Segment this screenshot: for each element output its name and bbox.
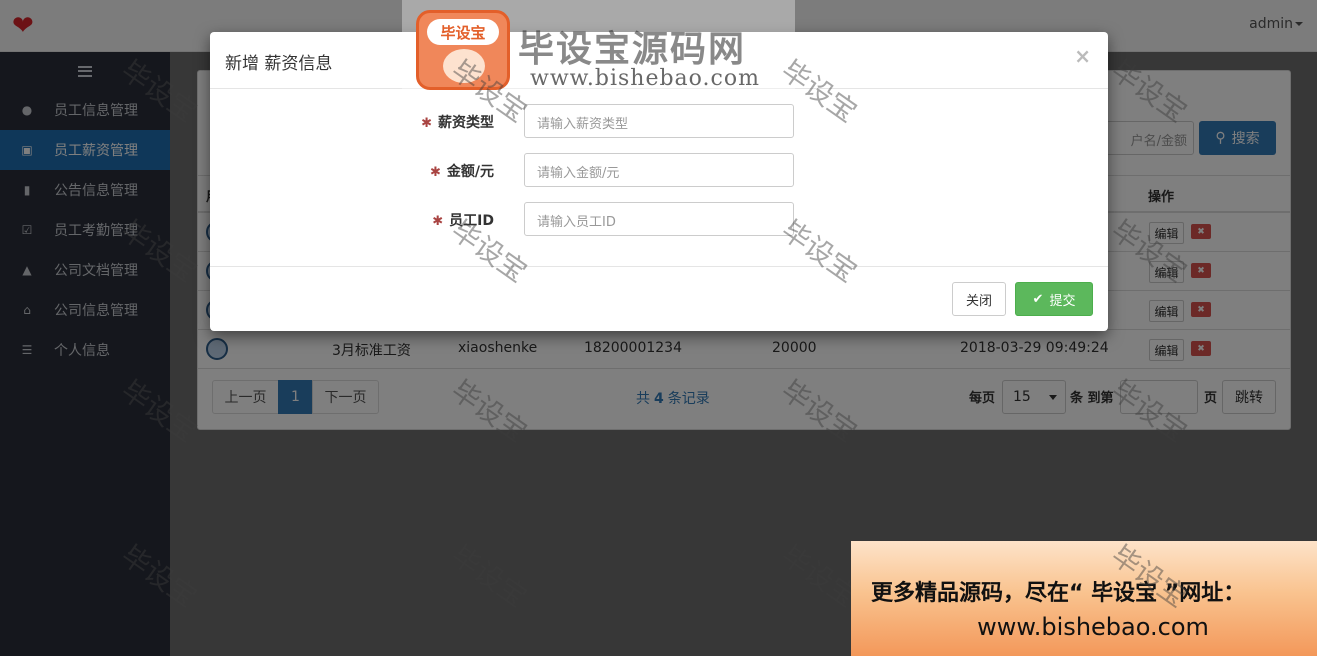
brand-url: www.bishebao.com	[530, 66, 760, 91]
brand-watermark: 毕设宝 毕设宝源码网 www.bishebao.com	[402, 0, 795, 92]
brand-title: 毕设宝源码网	[518, 29, 747, 70]
brand-badge-logo: 毕设宝	[416, 10, 510, 90]
close-button[interactable]: 关闭	[952, 282, 1006, 316]
mascot-icon	[443, 49, 485, 83]
amount-label-text: 金额/元	[446, 164, 494, 180]
employee-id-label-text: 员工ID	[449, 213, 494, 229]
submit-button-label: 提交	[1049, 293, 1076, 309]
required-icon: ✱	[421, 116, 432, 131]
salary-type-field[interactable]: 请输入薪资类型	[524, 104, 794, 138]
form-row-salary-type: ✱ 薪资类型 请输入薪资类型	[210, 104, 1108, 138]
modal-footer: 关闭 ✔ 提交	[210, 266, 1108, 331]
promo-line1: 更多精品源码，尽在“ 毕设宝 ”网址：	[871, 581, 1246, 606]
check-icon: ✔	[1032, 291, 1044, 307]
modal-title: 新增 薪资信息	[225, 54, 333, 74]
required-icon: ✱	[429, 165, 441, 180]
employee-id-label: ✱ 员工ID	[432, 210, 494, 230]
amount-field[interactable]: 请输入金额/元	[524, 153, 794, 187]
salary-type-label-text: 薪资类型	[438, 115, 494, 131]
submit-button[interactable]: ✔ 提交	[1015, 282, 1093, 316]
amount-label: ✱ 金额/元	[430, 161, 494, 181]
promo-url: www.bishebao.com	[977, 613, 1209, 641]
promo-banner[interactable]: 更多精品源码，尽在“ 毕设宝 ”网址： www.bishebao.com	[851, 541, 1317, 656]
required-icon: ✱	[432, 214, 444, 229]
employee-id-field[interactable]: 请输入员工ID	[524, 202, 794, 236]
form-row-employee-id: ✱ 员工ID 请输入员工ID	[210, 202, 1108, 236]
salary-type-label: ✱ 薪资类型	[421, 112, 494, 132]
form-row-amount: ✱ 金额/元 请输入金额/元	[210, 153, 1108, 187]
brand-badge-text: 毕设宝	[427, 19, 499, 45]
close-icon[interactable]: ×	[1074, 46, 1091, 66]
